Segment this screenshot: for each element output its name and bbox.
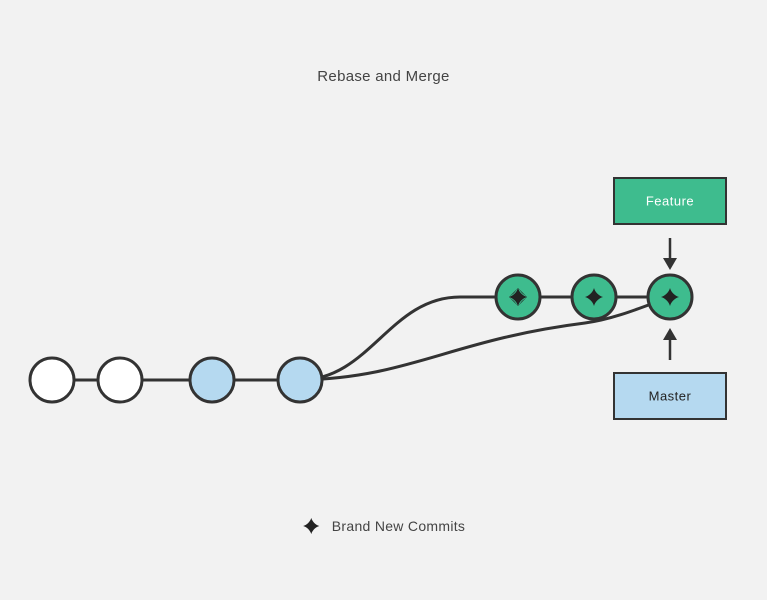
feature-branch-label: Feature: [646, 193, 694, 208]
star-icon: [302, 517, 320, 535]
legend-label: Brand New Commits: [332, 518, 465, 534]
legend: Brand New Commits: [302, 517, 465, 535]
connector-curve-under: [300, 297, 670, 380]
commit-node: [30, 358, 74, 402]
master-branch-label: Master: [649, 388, 692, 403]
commit-node: [98, 358, 142, 402]
connector-curve-up: [300, 297, 460, 380]
arrowhead-icon: [663, 258, 677, 270]
diagram-canvas: Feature Master: [0, 0, 767, 600]
commit-node: [190, 358, 234, 402]
arrowhead-icon: [663, 328, 677, 340]
commit-node: [278, 358, 322, 402]
